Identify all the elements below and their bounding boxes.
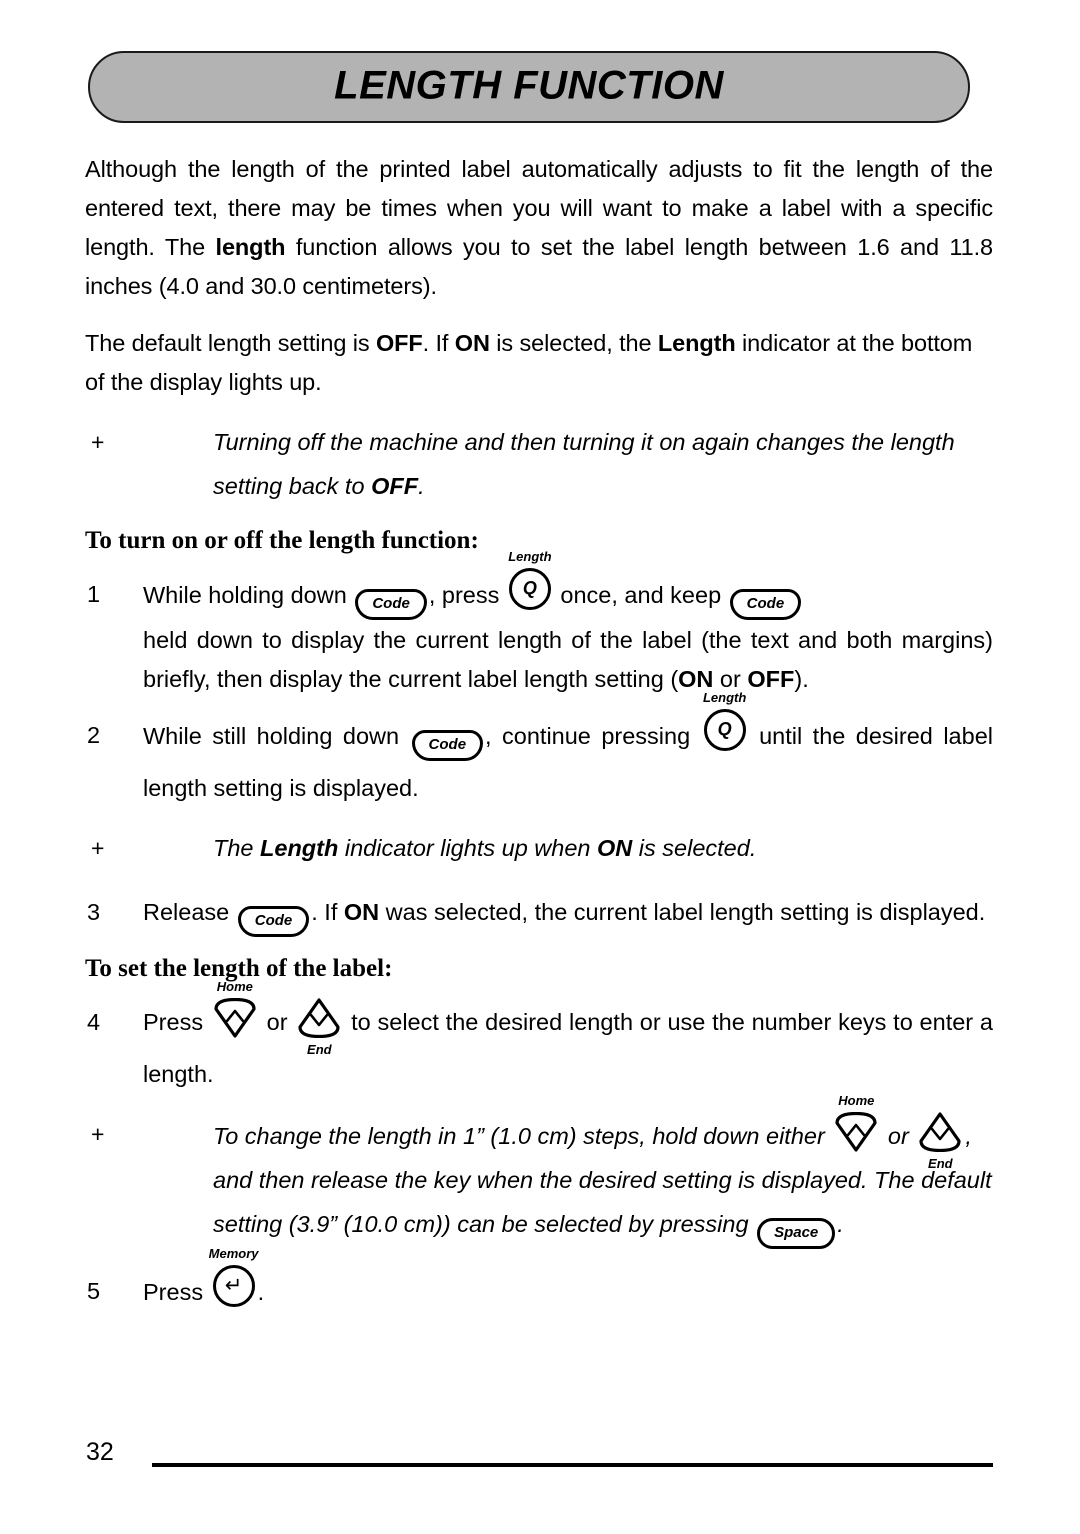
step-1-text-c: once, and keep — [553, 582, 728, 608]
intro-paragraph-1: Although the length of the printed label… — [85, 150, 993, 306]
down-arrow-icon — [298, 998, 340, 1038]
code-key[interactable]: Code — [411, 730, 484, 761]
note-bullet-icon: + — [91, 835, 105, 861]
intro-paragraph-2: The default length setting is OFF. If ON… — [85, 324, 993, 402]
step-4: 4 Press Home or End to select the desired… — [85, 979, 993, 1100]
footer-divider — [152, 1463, 993, 1467]
intro-2-text-b: . If — [422, 330, 455, 356]
q-length-key[interactable]: Length Q — [508, 549, 552, 610]
end-key-label: End — [928, 1156, 953, 1171]
step-1-bold-off: OFF — [747, 666, 795, 692]
step-1-bold-on: ON — [678, 666, 714, 692]
home-up-arrow-key[interactable]: Home — [213, 979, 257, 1038]
memory-key-label: Memory — [208, 1246, 259, 1261]
note-bullet-icon: + — [91, 1121, 105, 1147]
note-bullet-icon: + — [91, 429, 105, 455]
end-down-arrow-key[interactable]: End — [918, 1112, 962, 1171]
note-3-text-a: To change the length in 1” (1.0 cm) step… — [213, 1123, 832, 1149]
intro-2-text-c: is selected, the — [489, 330, 658, 356]
up-arrow-icon — [214, 998, 256, 1038]
page-content: Although the length of the printed label… — [85, 150, 993, 1324]
page-number: 32 — [86, 1438, 114, 1466]
step-5-number: 5 — [87, 1278, 101, 1304]
note-change-length-steps: + To change the length in 1” (1.0 cm) ste… — [85, 1093, 993, 1249]
code-key[interactable]: Code — [355, 589, 427, 620]
step-1-text-d-wrap: held down to display the current length … — [143, 621, 993, 699]
q-key-length-label: Length — [508, 549, 552, 564]
step-4-number: 4 — [87, 1009, 101, 1035]
memory-return-key[interactable]: Memory ↵ — [209, 1246, 259, 1307]
step-2-text-a: While still holding down — [143, 723, 410, 749]
code-key[interactable]: Code — [237, 906, 310, 937]
step-5-text-b: . — [257, 1279, 265, 1305]
step-3-text-b: . If — [311, 899, 344, 925]
step-4-text-b: or — [259, 1009, 295, 1035]
page-title: LENGTH FUNCTION — [334, 63, 724, 108]
down-arrow-icon — [919, 1112, 961, 1152]
intro-2-bold-off: OFF — [375, 330, 423, 356]
note-2-bold-length: Length — [260, 835, 339, 861]
intro-2-bold-length: Length — [657, 330, 736, 356]
return-arrow-icon: ↵ — [224, 1274, 243, 1297]
note-turning-off: + Turning off the machine and then turnin… — [85, 420, 993, 508]
step-1-text-a: While holding down — [143, 582, 354, 608]
step-2-number: 2 — [87, 722, 101, 748]
note-4-text-b: . — [837, 1211, 844, 1237]
note-1-text-a: Turning off the machine and then turning… — [213, 429, 955, 499]
note-3-text-b: or — [881, 1123, 916, 1149]
intro-2-text-a: The default length setting is — [85, 330, 376, 356]
step-1: 1 While holding down Code, press Length Q … — [85, 549, 993, 699]
q-key-glyph: Q — [508, 568, 551, 610]
q-length-key[interactable]: Length Q — [703, 690, 746, 751]
note-2-text-b: indicator lights up when — [338, 835, 598, 861]
end-key-label: End — [307, 1042, 332, 1057]
step-2-text-b: , continue pressing — [485, 723, 701, 749]
note-2-text-a: The — [213, 835, 261, 861]
step-1-text-d: held down to display the current length … — [143, 627, 993, 692]
step-3-bold-on: ON — [343, 899, 380, 925]
step-5-text-a: Press — [143, 1279, 210, 1305]
home-key-label: Home — [216, 979, 253, 994]
note-1-bold-off: OFF — [371, 473, 419, 499]
q-key-length-label: Length — [702, 690, 747, 705]
step-1-text-f: ). — [794, 666, 809, 692]
note-1-text-b: . — [418, 473, 425, 499]
document-page: LENGTH FUNCTION Although the length of t… — [0, 0, 1080, 1534]
code-key[interactable]: Code — [729, 589, 802, 620]
up-arrow-icon — [835, 1112, 877, 1152]
q-key-glyph: Q — [703, 709, 746, 751]
home-up-arrow-key[interactable]: Home — [834, 1093, 878, 1152]
step-1-text-e: or — [713, 666, 748, 692]
note-2-text-c: is selected. — [632, 835, 757, 861]
step-5: 5 Press Memory ↵. — [85, 1246, 993, 1318]
note-2-bold-on: ON — [597, 835, 633, 861]
intro-1-bold-length: length — [215, 234, 286, 260]
step-4-text-a: Press — [143, 1009, 210, 1035]
step-3-text-c: was selected, the current label length s… — [379, 899, 986, 925]
step-3: 3 Release Code. If ON was selected, the c… — [85, 886, 993, 938]
space-key[interactable]: Space — [757, 1218, 836, 1249]
page-footer: 32 — [0, 1437, 1080, 1477]
step-2: 2 While still holding down Code, continue… — [85, 690, 993, 814]
home-key-label: Home — [838, 1093, 875, 1108]
step-1-text-b: , press — [428, 582, 506, 608]
step-3-number: 3 — [87, 899, 101, 925]
intro-2-bold-on: ON — [454, 330, 490, 356]
note-length-indicator: + The Length indicator lights up when ON … — [85, 826, 993, 870]
end-down-arrow-key[interactable]: End — [297, 998, 341, 1057]
step-3-text-a: Release — [143, 899, 236, 925]
memory-key-glyph: ↵ — [212, 1265, 255, 1307]
page-header-banner: LENGTH FUNCTION — [88, 51, 970, 123]
step-1-number: 1 — [87, 581, 101, 607]
